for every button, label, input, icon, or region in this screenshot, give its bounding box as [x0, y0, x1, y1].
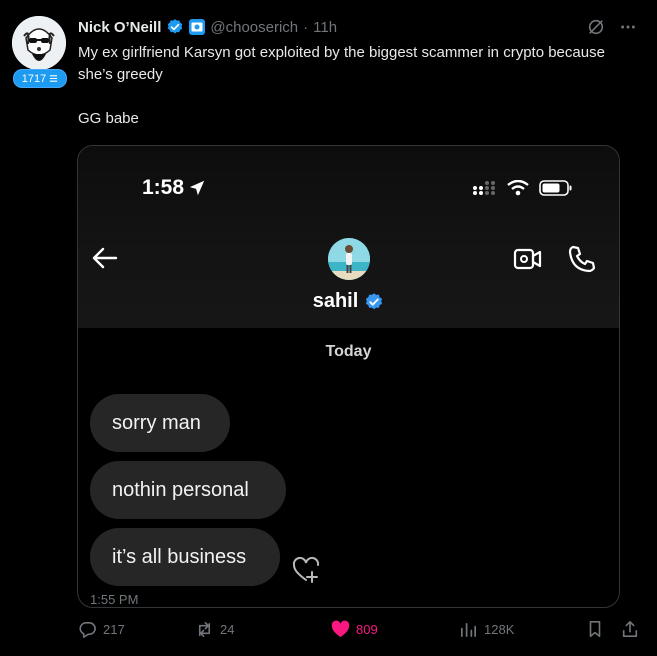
header-actions	[587, 18, 637, 36]
views-button[interactable]: 128K	[459, 620, 514, 639]
verified-badge-icon[interactable]	[166, 18, 184, 36]
level-badge-number: 1717	[21, 72, 47, 85]
tweet-media-screenshot[interactable]: 1:58 sahil Today sorry man nothin person…	[77, 145, 620, 608]
location-arrow-icon	[189, 180, 205, 196]
repost-icon	[198, 622, 211, 637]
affiliate-badge-icon[interactable]	[189, 19, 206, 35]
reply-button[interactable]: 217	[78, 620, 125, 639]
message-bubble[interactable]: it’s all business	[90, 528, 280, 586]
tweet-header: Nick O’Neill @chooserich · 11h	[78, 16, 337, 38]
views-count: 128K	[484, 622, 515, 637]
message-bubble[interactable]: nothin personal	[90, 461, 286, 519]
grok-icon[interactable]	[587, 18, 605, 36]
verified-badge-icon	[366, 292, 383, 309]
video-call-icon[interactable]	[513, 246, 543, 277]
author-avatar-wrap[interactable]: 1717	[12, 16, 67, 88]
author-name[interactable]: Nick O’Neill	[78, 19, 161, 36]
heart-add-icon[interactable]	[292, 556, 322, 589]
tweet-text-line2: GG babe	[78, 110, 139, 127]
battery-icon	[539, 180, 572, 196]
like-count: 809	[356, 622, 378, 637]
reply-count: 217	[103, 622, 125, 637]
tweet-text-line1: My ex girlfriend Karsyn got exploited by…	[78, 44, 605, 83]
repost-count: 24	[220, 622, 235, 637]
views-icon	[460, 622, 477, 638]
stack-icon	[50, 75, 58, 82]
message-timestamp: 1:55 PM	[90, 592, 139, 607]
repost-button[interactable]: 24	[195, 620, 234, 639]
contact-avatar[interactable]	[328, 238, 370, 280]
more-icon[interactable]	[619, 18, 637, 36]
heart-icon	[331, 620, 350, 638]
bookmark-icon	[589, 620, 601, 638]
tweet[interactable]: 1717 Nick O’Neill @chooserich · 11h My e…	[0, 0, 657, 656]
like-button[interactable]: 809	[331, 620, 378, 639]
message-bubble[interactable]: sorry man	[90, 394, 230, 452]
separator-dot: ·	[303, 18, 309, 36]
signal-icon	[473, 181, 495, 195]
level-badge[interactable]: 1717	[13, 69, 67, 88]
share-button[interactable]	[621, 620, 639, 638]
contact-name-row[interactable]: sahil	[78, 290, 619, 313]
status-icons	[473, 180, 573, 196]
tweet-time[interactable]: 11h	[313, 19, 337, 36]
bookmark-button[interactable]	[586, 620, 604, 638]
chat-day-label: Today	[325, 343, 372, 360]
tweet-action-bar: 217 24 809 128K	[78, 620, 643, 642]
reply-icon	[79, 622, 96, 638]
author-handle[interactable]: @chooserich	[210, 19, 298, 36]
share-icon	[622, 620, 638, 638]
status-bar-time: 1:58	[142, 176, 206, 200]
contact-name: sahil	[312, 290, 359, 312]
wifi-icon	[507, 180, 529, 196]
back-arrow-icon[interactable]	[92, 246, 118, 275]
phone-icon[interactable]	[566, 244, 596, 279]
status-time-text: 1:58	[142, 176, 185, 199]
author-avatar[interactable]	[12, 16, 66, 70]
tweet-text: My ex girlfriend Karsyn got exploited by…	[78, 42, 638, 130]
